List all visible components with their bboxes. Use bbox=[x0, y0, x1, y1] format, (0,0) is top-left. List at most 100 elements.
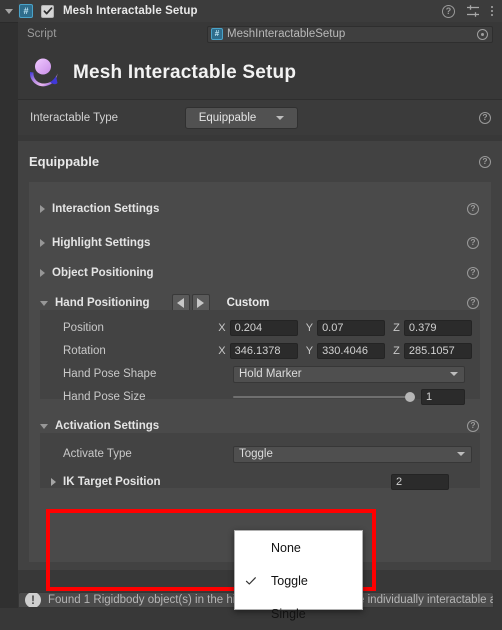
equippable-panel: Equippable ? Interaction Settings ? High… bbox=[18, 141, 502, 570]
rotation-label: Rotation bbox=[63, 345, 106, 357]
equippable-body: Interaction Settings ? Highlight Setting… bbox=[29, 182, 491, 562]
equippable-header-label: Equippable bbox=[29, 154, 100, 169]
help-icon[interactable]: ? bbox=[467, 237, 479, 249]
position-row: Position X 0.204 Y 0.07 Z 0.379 bbox=[40, 318, 480, 338]
position-z-input[interactable]: 0.379 bbox=[403, 320, 473, 336]
interactable-type-dropdown[interactable]: Equippable bbox=[185, 106, 298, 129]
section-label: Hand Positioning bbox=[55, 297, 150, 309]
help-icon[interactable]: ? bbox=[467, 420, 479, 432]
warning-icon: ! bbox=[25, 593, 41, 607]
checkmark-icon bbox=[245, 576, 256, 585]
hand-pose-preset-name: Custom bbox=[226, 297, 270, 309]
hand-positioning-fields: Position X 0.204 Y 0.07 Z 0.379 Rotation… bbox=[40, 310, 480, 405]
section-object-positioning[interactable]: Object Positioning ? bbox=[29, 258, 491, 288]
page-title: Mesh Interactable Setup bbox=[73, 61, 297, 83]
hand-pose-size-slider[interactable] bbox=[233, 389, 415, 405]
hand-pose-size-label: Hand Pose Size bbox=[63, 391, 146, 403]
help-icon[interactable]: ? bbox=[479, 111, 491, 124]
chevron-down-icon bbox=[5, 8, 13, 14]
activate-type-dropdown[interactable]: Toggle bbox=[233, 445, 472, 463]
section-label: Interaction Settings bbox=[52, 203, 160, 215]
chevron-down-icon bbox=[40, 423, 48, 429]
activate-type-row: Activate Type Toggle bbox=[40, 444, 480, 464]
axis-x-label: X bbox=[218, 322, 226, 334]
ik-target-position-row[interactable]: IK Target Position 2 bbox=[40, 472, 480, 492]
ik-target-position-label: IK Target Position bbox=[63, 476, 161, 488]
chevron-right-icon bbox=[40, 205, 45, 213]
menu-item-label: None bbox=[271, 540, 301, 555]
axis-z-label: Z bbox=[393, 345, 400, 357]
hand-pose-size-row: Hand Pose Size 1 bbox=[40, 387, 480, 407]
rotation-row: Rotation X 346.1378 Y 330.4046 Z 285.105… bbox=[40, 341, 480, 361]
activation-settings-fields: Activate Type Toggle IK Target Position … bbox=[40, 433, 480, 490]
title-bar-actions: ? bbox=[442, 4, 502, 18]
left-gutter bbox=[0, 0, 18, 608]
position-label: Position bbox=[63, 322, 104, 334]
chevron-right-icon bbox=[40, 239, 45, 247]
ik-target-position-input[interactable]: 2 bbox=[391, 474, 449, 490]
help-icon[interactable]: ? bbox=[467, 297, 479, 309]
chevron-down-icon bbox=[450, 372, 458, 376]
component-title-bar: # Mesh Interactable Setup ? bbox=[0, 0, 502, 23]
section-highlight-settings[interactable]: Highlight Settings ? bbox=[29, 228, 491, 258]
rotation-z-input[interactable]: 285.1057 bbox=[403, 343, 473, 359]
hand-pose-shape-label: Hand Pose Shape bbox=[63, 368, 157, 380]
chevron-right-icon bbox=[40, 269, 45, 277]
hand-pose-shape-dropdown[interactable]: Hold Marker bbox=[233, 365, 465, 383]
hand-pose-shape-value: Hold Marker bbox=[239, 368, 302, 380]
equippable-header: Equippable ? bbox=[18, 141, 502, 182]
hand-pose-shape-row: Hand Pose Shape Hold Marker bbox=[40, 364, 480, 384]
csharp-script-icon: # bbox=[19, 4, 33, 18]
menu-item-single[interactable]: Single bbox=[235, 597, 362, 630]
mesh-banner: Mesh Interactable Setup bbox=[18, 46, 502, 99]
chevron-down-icon bbox=[457, 452, 465, 456]
menu-item-label: Single bbox=[271, 606, 306, 621]
position-x-input[interactable]: 0.204 bbox=[229, 320, 298, 336]
help-icon[interactable]: ? bbox=[479, 155, 491, 168]
rotation-y-input[interactable]: 330.4046 bbox=[317, 343, 386, 359]
component-title: Mesh Interactable Setup bbox=[63, 5, 198, 17]
activate-type-label: Activate Type bbox=[63, 448, 132, 460]
help-icon[interactable]: ? bbox=[467, 267, 479, 279]
menu-item-none[interactable]: None bbox=[235, 531, 362, 564]
menu-item-check-slot bbox=[235, 575, 267, 587]
axis-z-label: Z bbox=[393, 322, 400, 334]
axis-y-label: Y bbox=[305, 322, 314, 334]
inspector-root: # Mesh Interactable Setup ? Script # Mes… bbox=[0, 0, 502, 621]
kebab-menu-icon[interactable] bbox=[491, 6, 493, 16]
interactable-type-value: Equippable bbox=[198, 111, 257, 124]
axis-x-label: X bbox=[218, 345, 226, 357]
help-icon[interactable]: ? bbox=[467, 203, 479, 215]
slider-handle[interactable] bbox=[405, 392, 415, 402]
arrow-right-icon bbox=[197, 298, 205, 308]
script-object-name: MeshInteractableSetup bbox=[227, 28, 346, 40]
interactable-type-label: Interactable Type bbox=[30, 111, 119, 124]
slider-track bbox=[233, 396, 410, 398]
script-row: Script # MeshInteractableSetup bbox=[18, 22, 502, 46]
hand-pose-size-input[interactable]: 1 bbox=[421, 389, 465, 405]
axis-y-label: Y bbox=[305, 345, 314, 357]
interactable-type-row: Interactable Type Equippable ? bbox=[18, 99, 502, 135]
chevron-down-icon bbox=[276, 115, 285, 120]
preset-sliders-icon[interactable] bbox=[466, 4, 480, 18]
csharp-script-icon: # bbox=[211, 28, 223, 40]
activate-type-dropdown-menu[interactable]: None Toggle Single bbox=[234, 530, 363, 621]
chevron-down-icon bbox=[40, 300, 48, 306]
menu-item-label: Toggle bbox=[271, 573, 308, 588]
component-foldout-toggle[interactable] bbox=[0, 0, 18, 22]
position-y-input[interactable]: 0.07 bbox=[317, 320, 386, 336]
rotation-x-input[interactable]: 346.1378 bbox=[229, 343, 298, 359]
object-picker-icon[interactable] bbox=[477, 28, 488, 40]
component-enabled-checkbox[interactable] bbox=[41, 4, 54, 18]
mesh-logo-icon bbox=[26, 55, 62, 91]
script-label: Script bbox=[27, 28, 57, 40]
activate-type-value: Toggle bbox=[239, 448, 273, 460]
menu-item-toggle[interactable]: Toggle bbox=[235, 564, 362, 597]
section-label: Activation Settings bbox=[55, 420, 160, 432]
arrow-left-icon bbox=[177, 298, 185, 308]
section-label: Highlight Settings bbox=[52, 237, 151, 249]
help-icon[interactable]: ? bbox=[442, 4, 455, 18]
script-object-field[interactable]: # MeshInteractableSetup bbox=[207, 25, 493, 43]
section-label: Object Positioning bbox=[52, 267, 154, 279]
section-interaction-settings[interactable]: Interaction Settings ? bbox=[29, 194, 491, 224]
